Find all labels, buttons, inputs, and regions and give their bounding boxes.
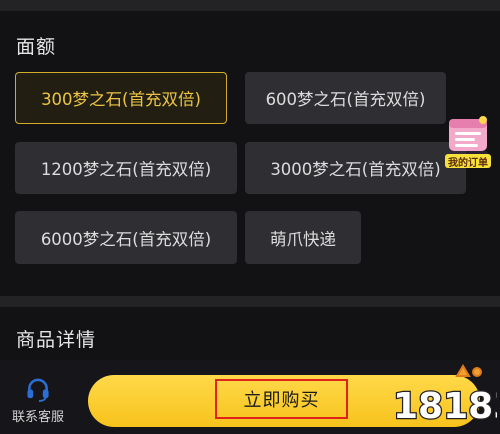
watermark-logo: 18183 bbox=[385, 362, 500, 430]
amount-option-300[interactable]: 300梦之石(首充双倍) bbox=[15, 72, 227, 124]
amount-option-1200[interactable]: 1200梦之石(首充双倍) bbox=[15, 142, 237, 194]
product-detail-title: 商品详情 bbox=[16, 329, 97, 351]
svg-text:18183: 18183 bbox=[393, 386, 497, 427]
my-orders-label: 我的订单 bbox=[445, 154, 491, 169]
amount-option-600[interactable]: 600梦之石(首充双倍) bbox=[245, 72, 446, 124]
top-strip bbox=[0, 0, 500, 11]
order-box-icon bbox=[448, 116, 488, 157]
amount-section-title: 面额 bbox=[16, 36, 57, 58]
headset-icon bbox=[27, 378, 49, 402]
amount-option-3000[interactable]: 3000梦之石(首充双倍) bbox=[245, 142, 466, 194]
customer-service-button[interactable]: 联系客服 bbox=[6, 377, 70, 425]
amount-option-mengzhua-express[interactable]: 萌爪快递 bbox=[245, 211, 361, 264]
buy-now-button[interactable]: 立即购买 bbox=[215, 379, 348, 419]
section-divider bbox=[0, 296, 500, 307]
amount-option-6000[interactable]: 6000梦之石(首充双倍) bbox=[15, 211, 237, 264]
customer-service-label: 联系客服 bbox=[11, 410, 64, 425]
